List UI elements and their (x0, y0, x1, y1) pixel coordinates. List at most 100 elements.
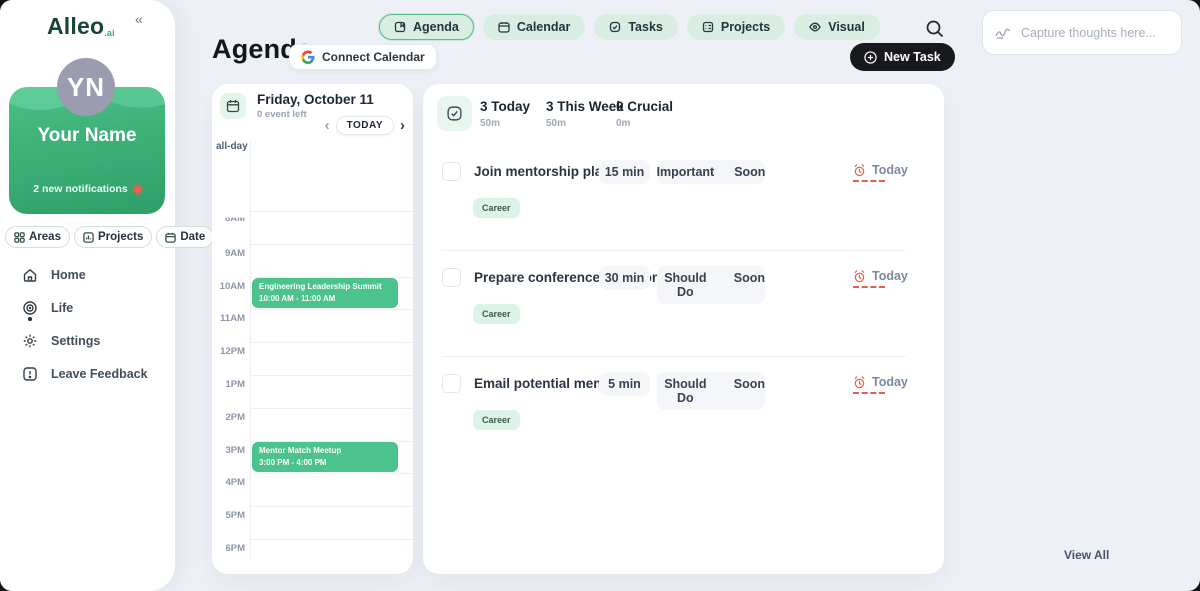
connect-calendar-button[interactable]: Connect Calendar (289, 44, 437, 70)
hour-label: 8AM (212, 213, 245, 224)
task-due[interactable]: Today (853, 269, 908, 283)
prev-day-icon[interactable]: ‹ (325, 118, 330, 133)
urgency-label[interactable]: Soon (734, 377, 765, 405)
task-checkbox[interactable] (442, 162, 461, 181)
new-task-label: New Task (884, 50, 941, 64)
stat-this-week: 3 This Week 50m (546, 99, 624, 129)
capture-thoughts-input[interactable] (1019, 25, 1169, 41)
hour-line (250, 211, 413, 212)
hour-line (250, 473, 413, 474)
event-time: 10:00 AM - 11:00 AM (259, 294, 391, 303)
tab-visual[interactable]: Visual (794, 14, 880, 40)
sidebar-item-settings-label: Settings (51, 334, 100, 348)
event-time: 3:00 PM - 4:00 PM (259, 458, 391, 467)
urgency-label[interactable]: Soon (734, 165, 765, 179)
task-due[interactable]: Today (853, 375, 908, 389)
tab-calendar[interactable]: Calendar (483, 14, 586, 40)
agenda-icon (394, 21, 406, 33)
priority-label[interactable]: Important (657, 165, 715, 179)
task-row: Prepare conference questions 30 min Shou… (423, 266, 944, 356)
task-separator (442, 356, 906, 357)
today-button[interactable]: TODAY (336, 116, 394, 135)
calendar-date: Friday, October 11 (257, 92, 374, 107)
sidebar: Alleo.ai « YN Your Name 2 new notificati… (0, 0, 175, 591)
target-icon (22, 300, 38, 316)
sidebar-item-life-label: Life (51, 301, 73, 315)
stat-crucial-duration: 0m (616, 118, 673, 129)
filter-projects[interactable]: Projects (74, 226, 152, 248)
sidebar-item-life[interactable]: Life (22, 297, 148, 319)
main-tabs: Agenda Calendar Tasks Projects Visual (379, 14, 880, 40)
task-checkbox[interactable] (442, 374, 461, 393)
tab-projects[interactable]: Projects (687, 14, 785, 40)
projects-chart-icon (83, 232, 94, 243)
task-priority-chip[interactable]: Important Soon (657, 160, 765, 184)
tasks-check-icon (437, 96, 472, 131)
urgency-label[interactable]: Soon (734, 271, 765, 299)
hour-label: 3PM (212, 445, 245, 456)
sidebar-item-home[interactable]: Home (22, 264, 148, 286)
new-task-button[interactable]: New Task (850, 43, 955, 71)
priority-label[interactable]: Should Do (657, 377, 714, 405)
task-due[interactable]: Today (853, 163, 908, 177)
hour-label: 2PM (212, 412, 245, 423)
filter-areas-label: Areas (29, 231, 61, 243)
hour-line (250, 375, 413, 376)
search-icon[interactable] (924, 18, 946, 40)
logo-suffix: .ai (104, 28, 115, 38)
hour-label: 12PM (212, 346, 245, 357)
event-title: Mentor Match Meetup (259, 446, 391, 455)
gear-icon (22, 333, 38, 349)
sidebar-item-feedback-label: Leave Feedback (51, 367, 148, 381)
home-icon (22, 267, 38, 283)
task-priority-chip[interactable]: Should Do Soon (657, 266, 765, 304)
stat-today-duration: 50m (480, 118, 530, 129)
hour-label: 6PM (212, 543, 245, 554)
task-tag[interactable]: Career (473, 410, 520, 430)
feedback-icon (22, 366, 38, 382)
tab-visual-label: Visual (828, 20, 865, 34)
priority-label[interactable]: Should Do (657, 271, 714, 299)
stat-week-duration: 50m (546, 118, 624, 129)
task-duration-chip[interactable]: 5 min (599, 372, 650, 396)
sidebar-item-leave-feedback[interactable]: Leave Feedback (22, 363, 148, 385)
alarm-icon (853, 270, 866, 283)
view-all-link[interactable]: View All (1064, 548, 1109, 562)
calendar-icon (498, 21, 510, 33)
stat-crucial: 0 Crucial 0m (616, 99, 673, 129)
filter-date[interactable]: Date (156, 226, 214, 248)
task-duration-chip[interactable]: 15 min (599, 160, 650, 184)
task-tag[interactable]: Career (473, 198, 520, 218)
hour-line (250, 408, 413, 409)
calendar-panel: Friday, October 11 0 event left ‹ TODAY … (212, 84, 413, 574)
task-checkbox[interactable] (442, 268, 461, 287)
tab-projects-label: Projects (721, 20, 770, 34)
task-priority-chip[interactable]: Should Do Soon (657, 372, 765, 410)
task-duration-chip[interactable]: 30 min (599, 266, 650, 290)
calendar-event[interactable]: Mentor Match Meetup 3:00 PM - 4:00 PM (252, 442, 398, 472)
hour-label: 9AM (212, 248, 245, 259)
avatar[interactable]: YN (57, 58, 115, 116)
task-title[interactable]: Email potential mentor (474, 376, 620, 391)
eye-icon (809, 21, 821, 33)
notifications-text[interactable]: 2 new notifications (9, 183, 165, 195)
collapse-sidebar-icon[interactable]: « (135, 11, 143, 27)
task-tag[interactable]: Career (473, 304, 520, 324)
next-day-icon[interactable]: › (400, 118, 405, 133)
projects-icon (702, 21, 714, 33)
sidebar-filters: Areas Projects Date (5, 226, 214, 248)
connect-calendar-label: Connect Calendar (322, 50, 425, 64)
stat-today: 3 Today 50m (480, 99, 530, 129)
task-row: Join mentorship platform 15 min Importan… (423, 160, 944, 250)
capture-thoughts-box (982, 10, 1182, 55)
calendar-grid[interactable]: all-day 8AM 9AM 10AM 11AM 12PM 1PM 2PM 3… (212, 141, 413, 560)
tab-agenda[interactable]: Agenda (379, 14, 474, 40)
hour-line (250, 539, 413, 540)
google-g-icon (301, 50, 315, 64)
life-indicator-dot (28, 317, 32, 321)
tab-tasks[interactable]: Tasks (594, 14, 678, 40)
filter-areas[interactable]: Areas (5, 226, 70, 248)
alarm-icon (853, 376, 866, 389)
calendar-event[interactable]: Engineering Leadership Summit 10:00 AM -… (252, 278, 398, 308)
sidebar-item-settings[interactable]: Settings (22, 330, 148, 352)
